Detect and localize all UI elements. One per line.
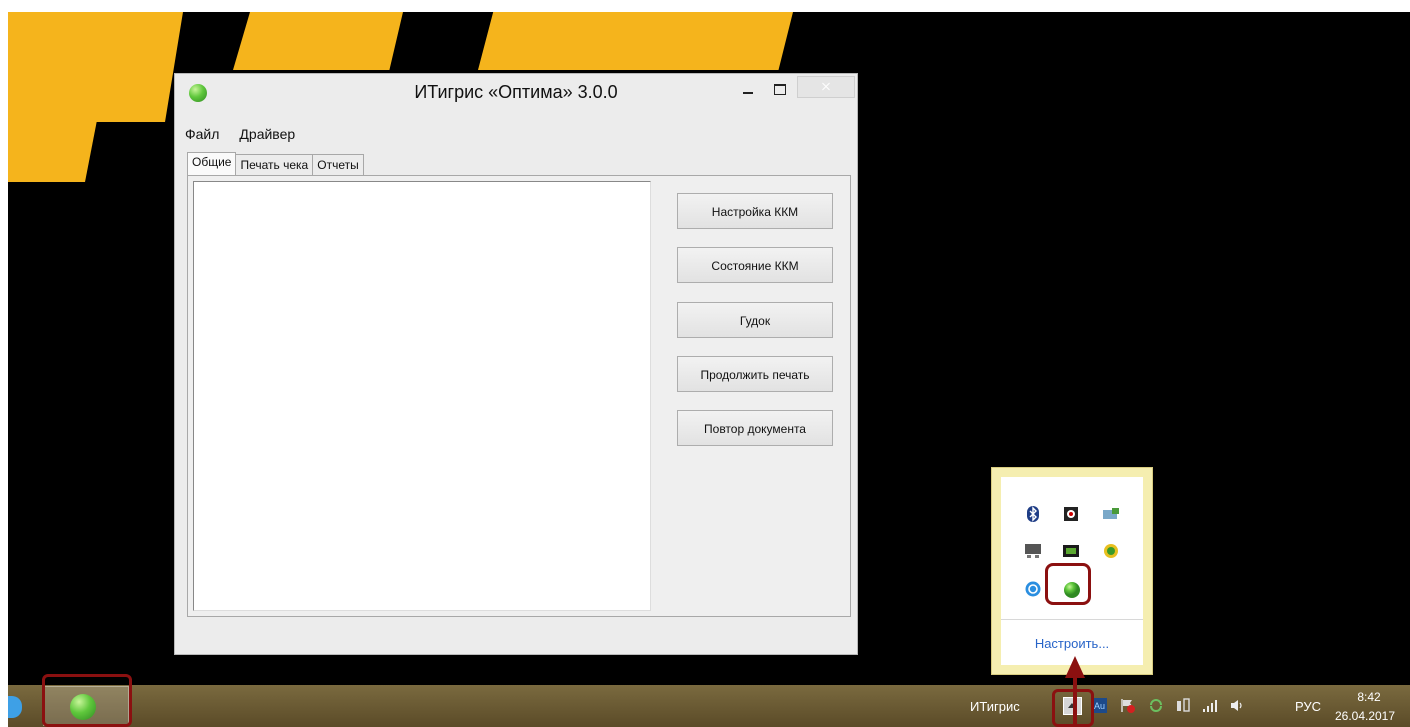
popup-divider <box>1001 619 1143 620</box>
camera-icon[interactable] <box>1063 506 1079 522</box>
taskbar: ИТигрис Au РУС 8:42 26.04.2017 <box>8 685 1410 727</box>
wallpaper-shape <box>233 12 403 70</box>
tab-receipt-print[interactable]: Печать чека <box>235 154 314 176</box>
annotation-arrow-shaft <box>1073 677 1077 727</box>
continue-print-button[interactable]: Продолжить печать <box>677 356 833 392</box>
sync-icon[interactable] <box>1025 581 1041 597</box>
kkm-settings-button[interactable]: Настройка ККМ <box>677 193 833 229</box>
gpu-icon[interactable] <box>1062 543 1079 559</box>
menu-driver[interactable]: Драйвер <box>239 126 295 146</box>
minimize-button[interactable] <box>733 78 763 100</box>
highlight-tray-app-icon <box>1045 563 1091 605</box>
recycle-sync-icon[interactable] <box>1148 698 1164 713</box>
wallpaper-shape <box>648 12 793 70</box>
volume-icon[interactable] <box>1229 698 1245 713</box>
menu-file[interactable]: Файл <box>185 126 219 146</box>
annotation-arrow-head <box>1065 656 1085 678</box>
signal-strength-icon[interactable] <box>1202 698 1218 713</box>
repeat-document-button[interactable]: Повтор документа <box>677 410 833 446</box>
power-icon[interactable] <box>1175 698 1191 713</box>
update-icon[interactable] <box>1103 543 1119 559</box>
tab-strip: Общие Печать чека Отчеты <box>187 152 364 176</box>
wallpaper-shape <box>478 12 668 70</box>
log-textarea[interactable] <box>193 181 651 611</box>
status-bar <box>175 622 857 654</box>
desktop: ИТигрис «Оптима» 3.0.0 Файл Драйвер Общи… <box>8 12 1410 727</box>
clock-time[interactable]: 8:42 <box>1341 690 1397 704</box>
clock-date[interactable]: 26.04.2017 <box>1330 709 1400 723</box>
bluetooth-icon[interactable] <box>1025 506 1041 522</box>
network-card-icon[interactable] <box>1102 506 1119 522</box>
beep-button[interactable]: Гудок <box>677 302 833 338</box>
highlight-taskbar-app <box>42 674 132 727</box>
action-center-flag-icon[interactable] <box>1120 698 1136 713</box>
tab-panel: Настройка ККМ Состояние ККМ Гудок Продол… <box>187 175 851 617</box>
menu-bar: Файл Драйвер <box>185 126 295 146</box>
title-bar[interactable]: ИТигрис «Оптима» 3.0.0 <box>175 74 857 114</box>
taskbar-toolbar-label[interactable]: ИТигрис <box>970 699 1020 714</box>
tab-reports[interactable]: Отчеты <box>312 154 364 176</box>
svg-text:Au: Au <box>1094 701 1105 711</box>
display-icon[interactable] <box>1024 543 1041 559</box>
language-indicator[interactable]: РУС <box>1295 699 1321 714</box>
kkm-status-button[interactable]: Состояние ККМ <box>677 247 833 283</box>
maximize-button[interactable] <box>765 78 795 100</box>
start-button[interactable] <box>8 696 22 718</box>
tab-general[interactable]: Общие <box>187 152 237 176</box>
customize-link[interactable]: Настроить... <box>1001 636 1143 651</box>
close-button[interactable] <box>797 76 855 98</box>
app-window: ИТигрис «Оптима» 3.0.0 Файл Драйвер Общи… <box>174 73 858 655</box>
